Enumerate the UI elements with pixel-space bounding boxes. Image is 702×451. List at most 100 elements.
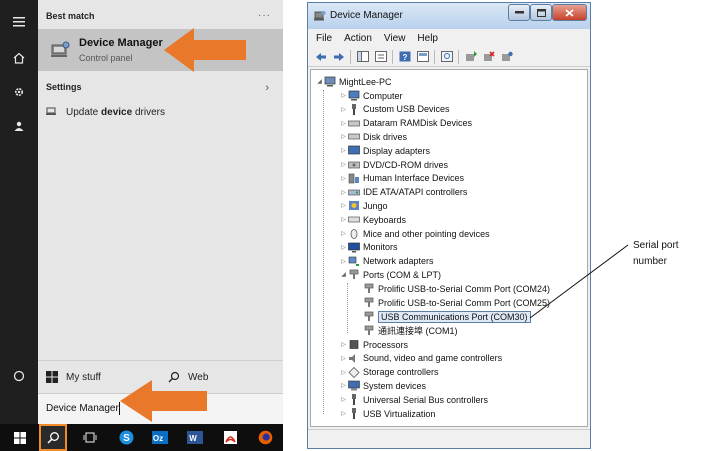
expand-arrow-icon[interactable]: ▷ [339,133,348,140]
expand-arrow-icon[interactable]: ▷ [339,202,348,209]
port-com24[interactable]: Prolific USB-to-Serial Comm Port (COM24) [363,282,550,295]
update-driver-icon[interactable] [464,50,478,64]
firefox-app-button[interactable] [251,424,279,451]
enable-device-icon[interactable] [500,50,514,64]
minimize-button[interactable] [508,4,530,21]
tree-category-storage[interactable]: ▷ Storage controllers [339,366,439,379]
tree-category-network-adapters[interactable]: ▷ Network adapters [339,255,433,268]
expand-arrow-icon[interactable]: ▷ [339,382,348,389]
menu-bar: File Action View Help [308,29,590,47]
expand-arrow-icon[interactable]: ▷ [339,396,348,403]
tree-category-monitors-label: Monitors [363,242,398,253]
menu-action[interactable]: Action [344,33,372,44]
power-icon[interactable] [0,362,38,390]
tree-category-mice[interactable]: ▷ Mice and other pointing devices [339,227,490,240]
expand-arrow-icon[interactable]: ▷ [339,244,348,251]
update-device-drivers-result[interactable]: Update device drivers [46,105,165,119]
port-com24-label: Prolific USB-to-Serial Comm Port (COM24) [378,283,551,294]
computer-icon [348,90,360,101]
tree-category-system-devices[interactable]: ▷ System devices [339,379,426,392]
tree-category-hid[interactable]: ▷ Human Interface Devices [339,172,464,185]
screenshot-root: Best match ··· Device Manager Control pa… [0,0,702,451]
expand-arrow-icon[interactable]: ▷ [339,147,348,154]
taskbar-search-button[interactable] [39,424,67,451]
toolbar-separator [392,49,393,64]
word-app-button[interactable]: W [181,424,209,451]
forward-icon[interactable] [332,50,346,64]
tree-category-usb-virtualization[interactable]: ▷ USB Virtualization [339,407,435,420]
tree-category-monitors[interactable]: ▷ Monitors [339,241,398,254]
view-icon[interactable] [416,50,430,64]
usb-device-icon [348,103,360,115]
outlook-app-button[interactable]: Oz [146,424,174,451]
chevron-right-icon[interactable]: › [265,82,269,94]
port-com25[interactable]: Prolific USB-to-Serial Comm Port (COM25) [363,296,550,309]
back-icon[interactable] [314,50,328,64]
gear-icon[interactable] [0,78,38,106]
tree-category-custom-usb[interactable]: ▷ Custom USB Devices [339,103,450,116]
expand-arrow-icon[interactable]: ▷ [339,175,348,182]
expand-arrow-icon[interactable]: ▷ [339,230,348,237]
acrobat-app-button[interactable] [216,424,244,451]
expand-arrow-icon[interactable]: ▷ [339,258,348,265]
tree-category-usb-controllers[interactable]: ▷ Universal Serial Bus controllers [339,393,488,406]
help-icon[interactable]: ? [398,50,412,64]
home-icon[interactable] [0,44,38,72]
expand-arrow-icon[interactable]: ▷ [339,355,348,362]
minimize-icon [514,11,524,14]
expand-arrow-icon[interactable]: ▷ [339,161,348,168]
tree-category-display-adapters[interactable]: ▷ Display adapters [339,144,430,157]
collapse-arrow-icon[interactable]: ◢ [315,78,324,85]
feedback-icon[interactable] [0,112,38,140]
expand-arrow-icon[interactable]: ▷ [339,106,348,113]
tree-category-jungo[interactable]: ▷ Jungo [339,199,387,212]
tree-category-ramdisk[interactable]: ▷ Dataram RAMDisk Devices [339,117,472,130]
tree-category-dvd-rom[interactable]: ▷ DVD/CD-ROM drives [339,158,448,171]
more-options-icon[interactable]: ··· [258,10,271,21]
show-hide-tree-icon[interactable] [356,50,370,64]
expand-arrow-icon[interactable]: ▷ [339,410,348,417]
expand-arrow-icon[interactable]: ▷ [339,369,348,376]
task-view-icon [83,432,97,443]
port-com30[interactable]: USB Communications Port (COM30) [363,310,531,323]
expand-arrow-icon[interactable]: ▷ [339,120,348,127]
my-stuff-button[interactable]: My stuff [46,371,101,383]
tree-category-processors[interactable]: ▷ Processors [339,338,408,351]
tree-category-mice-label: Mice and other pointing devices [363,228,490,239]
port-icon [363,311,375,322]
tree-category-sound[interactable]: ▷ Sound, video and game controllers [339,352,502,365]
tree-category-disk-drives[interactable]: ▷ Disk drives [339,130,407,143]
expand-arrow-icon[interactable]: ▷ [339,92,348,99]
window-titlebar[interactable]: Device Manager [308,3,590,29]
uninstall-icon[interactable] [482,50,496,64]
tree-category-keyboards[interactable]: ▷ Keyboards [339,213,406,226]
expand-arrow-icon[interactable]: ▷ [339,216,348,223]
task-view-button[interactable] [76,424,104,451]
menu-view[interactable]: View [384,33,406,44]
scan-hardware-icon[interactable] [440,50,454,64]
computer-icon [324,76,336,87]
tree-category-computer[interactable]: ▷ Computer [339,89,403,102]
port-com1[interactable]: 通訊連接埠 (COM1) [363,324,458,337]
tree-category-ide-ata[interactable]: ▷ IDE ATA/ATAPI controllers [339,186,467,199]
tree-root[interactable]: ◢ MightLee-PC [315,75,392,88]
tree-guide-line [347,283,348,333]
dvd-drive-icon [348,159,360,170]
expand-arrow-icon[interactable]: ▷ [339,341,348,348]
skype-app-button[interactable]: S [112,424,140,451]
start-button[interactable] [6,424,34,451]
hamburger-menu-icon[interactable] [0,8,38,36]
update-drivers-suffix: drivers [132,106,165,118]
tree-category-system-devices-label: System devices [363,380,427,391]
tree-guide-line [323,90,324,414]
properties-icon[interactable] [374,50,388,64]
port-icon [363,325,375,336]
menu-help[interactable]: Help [417,33,438,44]
maximize-button[interactable] [530,4,552,21]
window-title: Device Manager [330,10,403,21]
close-button[interactable] [552,4,587,21]
collapse-arrow-icon[interactable]: ◢ [339,271,348,278]
tree-category-ports[interactable]: ◢ Ports (COM & LPT) [339,268,441,281]
expand-arrow-icon[interactable]: ▷ [339,189,348,196]
menu-file[interactable]: File [316,33,332,44]
